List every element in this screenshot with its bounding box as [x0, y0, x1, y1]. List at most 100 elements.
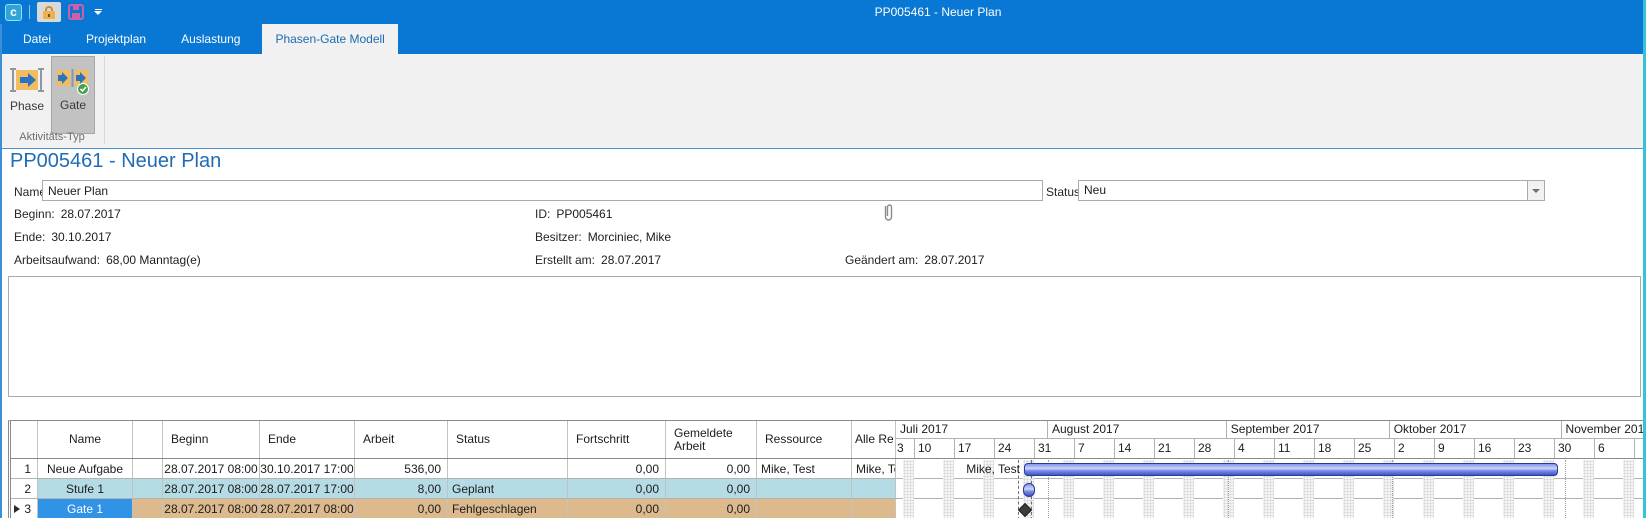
status-dropdown[interactable]: Neu: [1078, 180, 1545, 201]
week-tick: 10: [914, 439, 954, 458]
month-gridline: [1565, 460, 1566, 518]
cell-arbeit[interactable]: 536,00: [355, 459, 448, 478]
cell-gemeldete-arbeit[interactable]: 0,00: [666, 479, 757, 498]
week-tick: 23: [1514, 439, 1554, 458]
week-tick: 14: [1114, 439, 1154, 458]
weekend-band: [1583, 460, 1594, 518]
tab-auslastung[interactable]: Auslastung: [168, 24, 253, 54]
week-tick: 30: [1554, 439, 1594, 458]
field-erstellt-am: Erstellt am:28.07.2017: [535, 253, 661, 267]
cell-name-selected[interactable]: Gate 1: [38, 499, 133, 518]
week-tick: 18: [1314, 439, 1354, 458]
header-alle-ressourcen[interactable]: Alle Re: [852, 421, 896, 458]
tab-projektplan[interactable]: Projektplan: [73, 24, 159, 54]
gate-button[interactable]: Gate: [51, 56, 95, 134]
phase-button-label: Phase: [10, 99, 44, 113]
weekend-band: [1623, 460, 1634, 518]
month-oktober: Oktober 2017: [1389, 421, 1561, 438]
gantt-task-bar[interactable]: [1024, 463, 1558, 476]
tab-datei[interactable]: Datei: [10, 24, 64, 54]
cell-gemeldete-arbeit[interactable]: 0,00: [666, 459, 757, 478]
cell-alle-ressourcen[interactable]: Mike, Test: [852, 459, 896, 478]
field-arbeitsaufwand: Arbeitsaufwand:68,00 Manntag(e): [14, 253, 201, 267]
month-august: August 2017: [1047, 421, 1226, 438]
cell-ende[interactable]: 28.07.2017 08:00: [260, 499, 355, 518]
status-label: Status: [1046, 185, 1080, 199]
cell-beginn[interactable]: 28.07.2017 08:00: [163, 479, 260, 498]
window-left-border: [0, 24, 2, 518]
header-status[interactable]: Status: [448, 421, 568, 458]
current-row-marker-icon: [14, 505, 20, 513]
week-tick: 4: [1234, 439, 1274, 458]
cell-ressource[interactable]: [757, 499, 852, 518]
phase-icon: [10, 63, 44, 97]
header-gemeldete-arbeit[interactable]: Gemeldete Arbeit: [666, 421, 757, 458]
gantt-bar-label: Mike, Test: [896, 462, 1020, 476]
cell-type[interactable]: [133, 479, 163, 498]
month-juli: Juli 2017: [896, 421, 1047, 438]
week-tick: 17: [954, 439, 994, 458]
cell-status[interactable]: Fehlgeschlagen: [448, 499, 568, 518]
chevron-down-icon: [1532, 189, 1540, 193]
header-type[interactable]: [133, 421, 163, 458]
name-input[interactable]: [42, 180, 1043, 201]
gate-button-label: Gate: [60, 98, 86, 112]
cell-type[interactable]: [133, 459, 163, 478]
gantt-stage-bar[interactable]: [1023, 483, 1035, 497]
field-geaendert-am: Geändert am:28.07.2017: [845, 253, 984, 267]
cell-beginn[interactable]: 28.07.2017 08:00: [163, 499, 260, 518]
cell-beginn[interactable]: 28.07.2017 08:00: [163, 459, 260, 478]
field-id: ID:PP005461: [535, 207, 612, 221]
week-tick: 28: [1194, 439, 1234, 458]
cell-alle-ressourcen[interactable]: [852, 479, 896, 498]
row-number[interactable]: 1: [11, 459, 38, 478]
cell-name[interactable]: Stufe 1: [38, 479, 133, 498]
cell-fortschritt[interactable]: 0,00: [568, 459, 666, 478]
ribbon: Phase Gate Aktivitäts-Typ: [0, 54, 1646, 149]
header-ressource[interactable]: Ressource: [757, 421, 852, 458]
paperclip-icon[interactable]: [882, 203, 895, 222]
week-tick: 31: [1034, 439, 1074, 458]
grid-header-row: Name Beginn Ende Arbeit Status Fortschri…: [11, 421, 1644, 459]
ribbon-group-separator: [104, 56, 105, 144]
gantt-month-row: Juli 2017 August 2017 September 2017 Okt…: [896, 421, 1644, 439]
tab-phasen-gate-modell[interactable]: Phasen-Gate Modell: [262, 24, 397, 54]
week-tick: 2: [1394, 439, 1434, 458]
header-row-number: [11, 421, 38, 458]
week-tick: 25: [1354, 439, 1394, 458]
week-tick: 9: [1434, 439, 1474, 458]
header-ende[interactable]: Ende: [260, 421, 355, 458]
field-besitzer: Besitzer:Morciniec, Mike: [535, 230, 671, 244]
status-dropdown-arrow[interactable]: [1527, 181, 1544, 200]
description-box[interactable]: [8, 276, 1641, 397]
header-fortschritt[interactable]: Fortschritt: [568, 421, 666, 458]
header-beginn[interactable]: Beginn: [163, 421, 260, 458]
cell-fortschritt[interactable]: 0,00: [568, 499, 666, 518]
cell-status[interactable]: [448, 459, 568, 478]
cell-arbeit[interactable]: 0,00: [355, 499, 448, 518]
phase-button[interactable]: Phase: [5, 58, 49, 132]
cell-status[interactable]: Geplant: [448, 479, 568, 498]
cell-ressource[interactable]: [757, 479, 852, 498]
cell-alle-ressourcen[interactable]: [852, 499, 896, 518]
page-title: PP005461 - Neuer Plan: [10, 150, 221, 173]
cell-fortschritt[interactable]: 0,00: [568, 479, 666, 498]
field-ende: Ende:30.10.2017: [14, 230, 111, 244]
cell-ende[interactable]: 30.10.2017 17:00: [260, 459, 355, 478]
week-tick: 24: [994, 439, 1034, 458]
gantt-week-row: 3 10 17 24 31 7 14 21 28 4 11 18 25 2 9 …: [896, 439, 1644, 458]
week-tick: 3: [896, 439, 914, 458]
row-number[interactable]: 2: [11, 479, 38, 498]
cell-ende[interactable]: 28.07.2017 17:00: [260, 479, 355, 498]
header-name[interactable]: Name: [38, 421, 133, 458]
cell-ressource[interactable]: Mike, Test: [757, 459, 852, 478]
cell-name[interactable]: Neue Aufgabe: [38, 459, 133, 478]
cell-gemeldete-arbeit[interactable]: 0,00: [666, 499, 757, 518]
ribbon-tab-bar: Datei Projektplan Auslastung Phasen-Gate…: [0, 24, 1646, 54]
week-tick: 6: [1594, 439, 1634, 458]
ribbon-group-label: Aktivitäts-Typ: [0, 131, 104, 143]
cell-arbeit[interactable]: 8,00: [355, 479, 448, 498]
row-number[interactable]: 3: [11, 499, 38, 518]
cell-type[interactable]: [133, 499, 163, 518]
header-arbeit[interactable]: Arbeit: [355, 421, 448, 458]
